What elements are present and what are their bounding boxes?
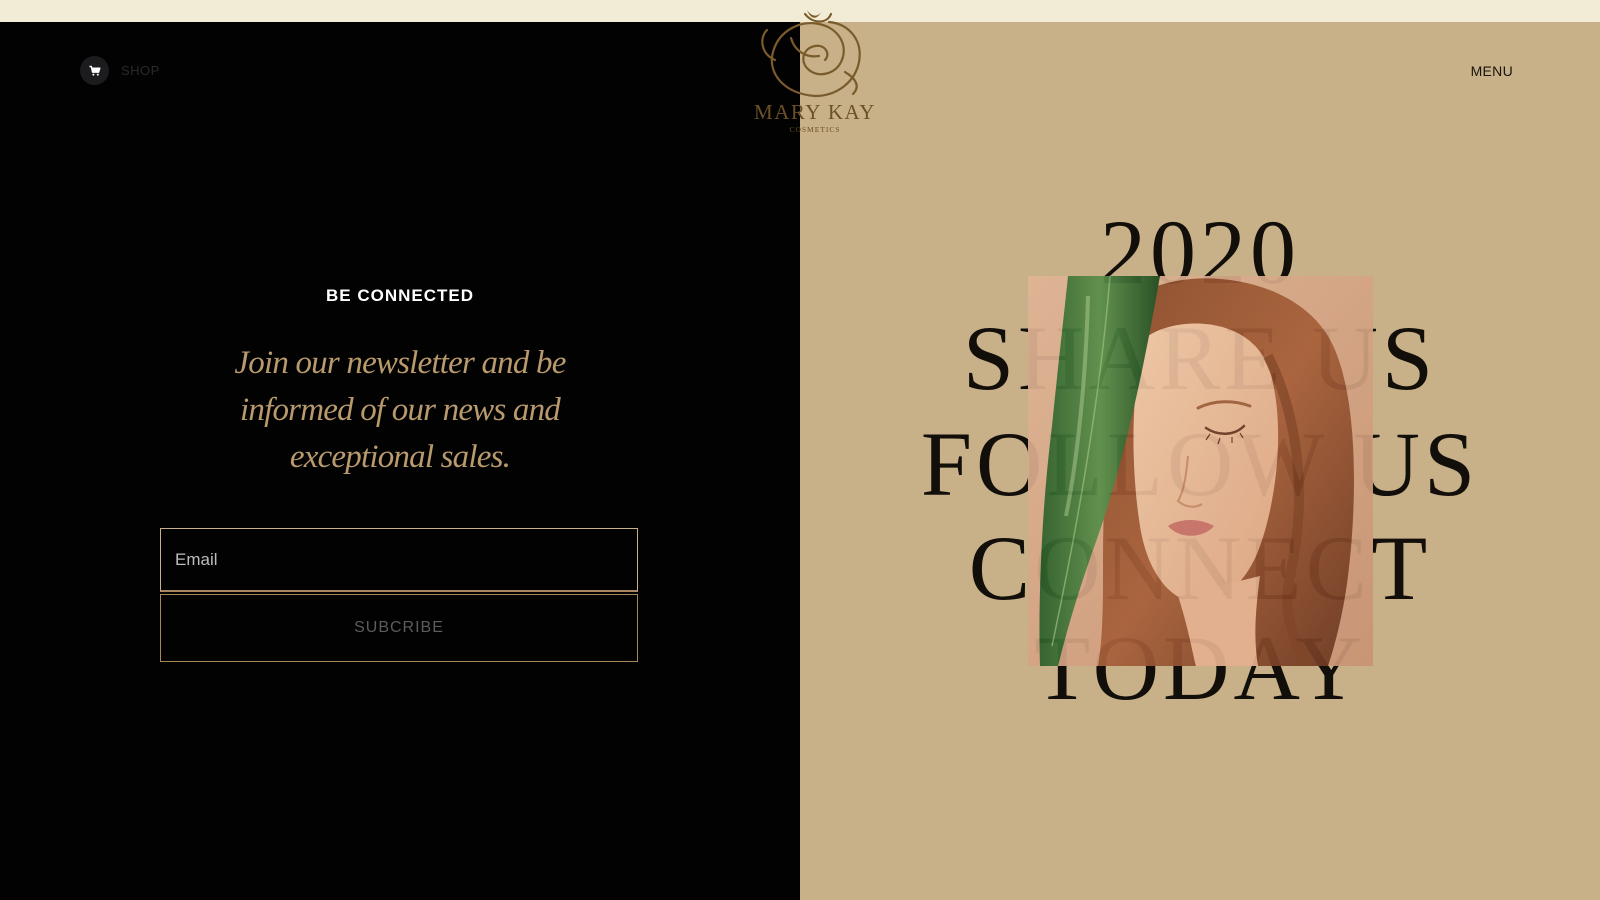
newsletter-description: Join our newsletter and be informed of o… <box>234 345 566 475</box>
menu-button[interactable]: MENU <box>1471 63 1513 79</box>
shop-link[interactable]: SHOP <box>80 56 160 85</box>
shop-label[interactable]: SHOP <box>121 63 160 78</box>
brand-logo[interactable]: MARY KAY COSMETICS <box>745 8 885 138</box>
logo-name: MARY KAY <box>754 100 876 124</box>
email-input[interactable] <box>160 528 638 592</box>
cart-icon <box>89 65 100 76</box>
cart-button[interactable] <box>80 56 109 85</box>
newsletter-heading: BE CONNECTED <box>325 286 474 305</box>
portrait-photo <box>1028 276 1373 666</box>
rose-icon <box>761 10 861 98</box>
logo-subtitle: COSMETICS <box>789 125 841 134</box>
subscribe-button[interactable]: SUBCRIBE <box>160 594 638 662</box>
